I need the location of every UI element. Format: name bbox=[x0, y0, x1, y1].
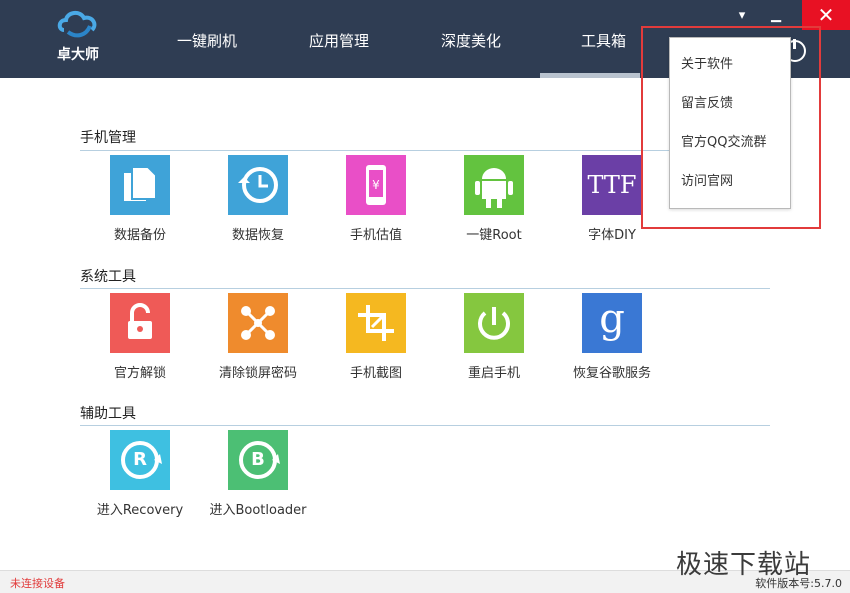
tile-label: 数据恢复 bbox=[231, 228, 284, 243]
section-title-phone-manage: 手机管理 bbox=[80, 130, 136, 146]
nav-deep-beautify[interactable]: 深度美化 bbox=[441, 30, 501, 51]
recovery-letter: R bbox=[133, 449, 147, 470]
tile-enter-bootloader[interactable]: B 进入Bootloader bbox=[198, 430, 318, 518]
bootloader-icon: B bbox=[228, 430, 288, 490]
watermark-text: 极速下载站 bbox=[676, 550, 812, 580]
tile-label: 一键Root bbox=[466, 228, 522, 243]
highlight-annotation-box bbox=[641, 26, 821, 229]
tile-label: 重启手机 bbox=[467, 366, 520, 381]
pattern-icon bbox=[228, 293, 288, 353]
google-icon: g bbox=[582, 293, 642, 353]
android-root-icon bbox=[464, 155, 524, 215]
tile-label: 手机估值 bbox=[349, 228, 402, 243]
nav-active-indicator bbox=[540, 73, 640, 78]
cloud-logo-icon bbox=[57, 11, 97, 38]
power-icon bbox=[464, 293, 524, 353]
phone-yen-icon: ¥ bbox=[346, 155, 406, 215]
tile-label: 进入Recovery bbox=[96, 503, 184, 518]
ttf-icon: TTF bbox=[582, 155, 642, 215]
close-icon: ✕ bbox=[817, 3, 835, 27]
google-text: g bbox=[599, 296, 625, 342]
copy-icon bbox=[110, 155, 170, 215]
tile-official-unlock[interactable]: 官方解锁 bbox=[80, 293, 200, 381]
tile-enter-recovery[interactable]: R 进入Recovery bbox=[80, 430, 200, 518]
tile-data-restore[interactable]: 数据恢复 bbox=[198, 155, 318, 243]
ttf-text: TTF bbox=[587, 171, 637, 199]
unlock-icon bbox=[110, 293, 170, 353]
tile-label: 手机截图 bbox=[349, 366, 402, 381]
section-title-system-tools: 系统工具 bbox=[80, 269, 136, 285]
tile-label: 进入Bootloader bbox=[209, 503, 307, 518]
svg-text:¥: ¥ bbox=[372, 178, 380, 192]
tile-restore-google[interactable]: g 恢复谷歌服务 bbox=[552, 293, 672, 381]
tile-reboot-phone[interactable]: 重启手机 bbox=[434, 293, 554, 381]
tile-phone-valuation[interactable]: ¥ 手机估值 bbox=[316, 155, 436, 243]
bootloader-letter: B bbox=[251, 449, 265, 470]
minimize-button[interactable]: ▁ bbox=[767, 8, 785, 24]
connection-status: 未连接设备 bbox=[10, 577, 65, 590]
tile-clear-lock-password[interactable]: 清除锁屏密码 bbox=[198, 293, 318, 381]
tile-label: 官方解锁 bbox=[113, 366, 166, 381]
section-divider bbox=[80, 425, 770, 426]
nav-toolbox[interactable]: 工具箱 bbox=[581, 30, 626, 51]
tile-screenshot[interactable]: 手机截图 bbox=[316, 293, 436, 381]
tile-label: 恢复谷歌服务 bbox=[572, 366, 651, 381]
section-divider bbox=[80, 288, 770, 289]
tile-label: 清除锁屏密码 bbox=[218, 366, 297, 381]
recovery-icon: R bbox=[110, 430, 170, 490]
app-logo: 卓大师 bbox=[50, 8, 106, 70]
tile-data-backup[interactable]: 数据备份 bbox=[80, 155, 200, 243]
history-icon bbox=[228, 155, 288, 215]
nav-app-manage[interactable]: 应用管理 bbox=[309, 30, 369, 51]
nav-one-key-flash[interactable]: 一键刷机 bbox=[177, 30, 237, 51]
minimize-icon: ▁ bbox=[771, 8, 781, 23]
menu-dropdown-button[interactable]: ▾ bbox=[733, 8, 751, 24]
crop-icon bbox=[346, 293, 406, 353]
tile-one-key-root[interactable]: 一键Root bbox=[434, 155, 554, 243]
tile-label: 数据备份 bbox=[113, 228, 166, 243]
logo-text: 卓大师 bbox=[57, 47, 99, 63]
chevron-down-icon: ▾ bbox=[738, 8, 746, 23]
section-title-aux-tools: 辅助工具 bbox=[80, 406, 136, 422]
